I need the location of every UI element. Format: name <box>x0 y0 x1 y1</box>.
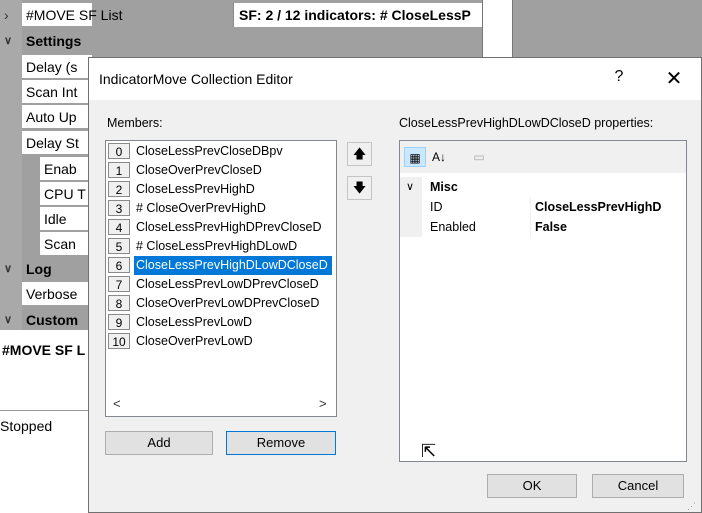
property-value[interactable]: False <box>535 217 685 237</box>
property-name: Enabled <box>430 220 476 234</box>
member-name: CloseLessPrevHighDLowDCloseD <box>134 256 332 275</box>
category-label: Misc <box>430 180 458 194</box>
member-list-item[interactable]: 9 CloseLessPrevLowD <box>106 313 336 332</box>
property-name: ID <box>430 200 443 214</box>
member-list-item[interactable]: 4 CloseLessPrevHighDPrevCloseD <box>106 218 336 237</box>
pg-row-label: Scan Int <box>26 84 78 100</box>
dialog-titlebar: IndicatorMove Collection Editor ? ✕ <box>89 58 701 100</box>
member-list-item[interactable]: 2 CloseLessPrevHighD <box>106 180 336 199</box>
dialog-title: IndicatorMove Collection Editor <box>99 71 293 87</box>
arrow-up-icon: 🡅 <box>352 146 367 161</box>
pg-row-label: CPU T <box>44 186 86 202</box>
member-index: 8 <box>108 295 130 311</box>
pg-row-label: Custom <box>26 312 79 328</box>
members-label: Members: <box>107 116 163 130</box>
pg-row-label: Idle <box>44 211 67 227</box>
description-title: #MOVE SF L <box>2 342 86 358</box>
member-list-item[interactable]: 1 CloseOverPrevCloseD <box>106 161 336 180</box>
member-name: # CloseLessPrevHighDLowD <box>136 239 298 253</box>
member-index: 2 <box>108 181 130 197</box>
close-button[interactable]: ✕ <box>662 66 686 91</box>
remove-button[interactable]: Remove <box>226 431 336 455</box>
properties-toolbar: ▦ A↓ ▭ <box>400 141 686 173</box>
member-list-item[interactable]: 6 CloseLessPrevHighDLowDCloseD <box>106 256 336 275</box>
pg-row-label: Log <box>26 261 52 277</box>
member-name: CloseLessPrevHighD <box>136 182 255 196</box>
move-down-button[interactable]: 🡇 <box>347 176 372 200</box>
member-list-item[interactable]: 5 # CloseLessPrevHighDLowD <box>106 237 336 256</box>
member-name: # CloseOverPrevHighD <box>136 201 266 215</box>
property-value[interactable]: CloseLessPrevHighD <box>535 197 685 217</box>
pg-row-label: Delay (s <box>26 59 78 75</box>
member-name: CloseLessPrevHighDPrevCloseD <box>136 220 322 234</box>
sf-list-value[interactable]: SF: 2 / 12 indicators: # CloseLessP <box>233 3 482 27</box>
property-pages-icon: ▭ <box>473 150 485 164</box>
member-list-item[interactable]: 0 CloseLessPrevCloseDBpv <box>106 142 336 161</box>
member-list-item[interactable]: 3 # CloseOverPrevHighD <box>106 199 336 218</box>
alphabetical-icon[interactable]: A↓ <box>428 147 450 167</box>
member-list-item[interactable]: 8 CloseOverPrevLowDPrevCloseD <box>106 294 336 313</box>
pg-category-row[interactable]: ∨ Settings <box>0 29 482 53</box>
pg-row-label: Auto Up <box>26 109 77 125</box>
status-bar: Stopped <box>0 410 92 441</box>
arrow-down-icon: 🡇 <box>352 180 367 195</box>
property-row[interactable]: ID CloseLessPrevHighD <box>400 197 686 217</box>
member-index: 3 <box>108 200 130 216</box>
mouse-cursor-icon: ⇱ <box>421 441 437 461</box>
chevron-down-icon[interactable]: ∨ <box>4 29 12 53</box>
collection-editor-dialog: IndicatorMove Collection Editor ? ✕ Memb… <box>88 57 702 513</box>
chevron-down-icon[interactable]: ∨ <box>406 177 414 197</box>
member-name: CloseLessPrevLowDPrevCloseD <box>136 277 319 291</box>
member-name: CloseLessPrevCloseDBpv <box>136 144 283 158</box>
pg-row-label: #MOVE SF List <box>26 7 123 23</box>
pg-row-label: Verbose <box>26 286 78 302</box>
member-index: 1 <box>108 162 130 178</box>
member-name: CloseOverPrevCloseD <box>136 163 262 177</box>
pg-row-label: Settings <box>26 33 82 49</box>
member-name: CloseOverPrevLowDPrevCloseD <box>136 296 320 310</box>
member-name: CloseLessPrevLowD <box>136 315 253 329</box>
scroll-left-icon[interactable]: < <box>113 396 121 411</box>
member-index: 5 <box>108 238 130 254</box>
member-index: 10 <box>108 333 130 349</box>
properties-label: CloseLessPrevHighDLowDCloseD properties: <box>399 116 654 130</box>
move-up-button[interactable]: 🡅 <box>347 142 372 166</box>
resize-grip-icon[interactable]: ⋰ <box>687 501 696 512</box>
member-list-item[interactable]: 10 CloseOverPrevLowD <box>106 332 336 351</box>
member-list-item[interactable]: 7 CloseLessPrevLowDPrevCloseD <box>106 275 336 294</box>
help-button[interactable]: ? <box>609 68 629 86</box>
chevron-down-icon[interactable]: ∨ <box>4 308 12 332</box>
scroll-right-icon[interactable]: > <box>319 396 327 411</box>
property-category-misc[interactable]: ∨ Misc <box>400 177 686 197</box>
pg-row-label: Delay St <box>26 135 79 151</box>
property-row[interactable]: Enabled False <box>400 217 686 237</box>
status-text: Stopped <box>0 418 53 434</box>
properties-grid[interactable]: ▦ A↓ ▭ ∨ Misc ID CloseLessPrevHighD Enable… <box>399 140 687 462</box>
member-index: 9 <box>108 314 130 330</box>
member-index: 0 <box>108 143 130 159</box>
chevron-down-icon[interactable]: ∨ <box>4 257 12 281</box>
pg-row-label: Scan <box>44 236 76 252</box>
member-index: 4 <box>108 219 130 235</box>
pg-row-label: Enab <box>44 161 77 177</box>
chevron-right-icon[interactable]: › <box>4 3 9 27</box>
cancel-button[interactable]: Cancel <box>592 474 684 498</box>
add-button[interactable]: Add <box>105 431 213 455</box>
member-name: CloseOverPrevLowD <box>136 334 253 348</box>
member-index: 7 <box>108 276 130 292</box>
ok-button[interactable]: OK <box>487 474 577 498</box>
member-index: 6 <box>108 257 130 273</box>
members-listbox[interactable]: 0 CloseLessPrevCloseDBpv 1 CloseOverPrevClo… <box>105 140 337 417</box>
categorized-icon[interactable]: ▦ <box>404 147 426 167</box>
horizontal-scrollbar[interactable]: < > <box>107 396 335 414</box>
